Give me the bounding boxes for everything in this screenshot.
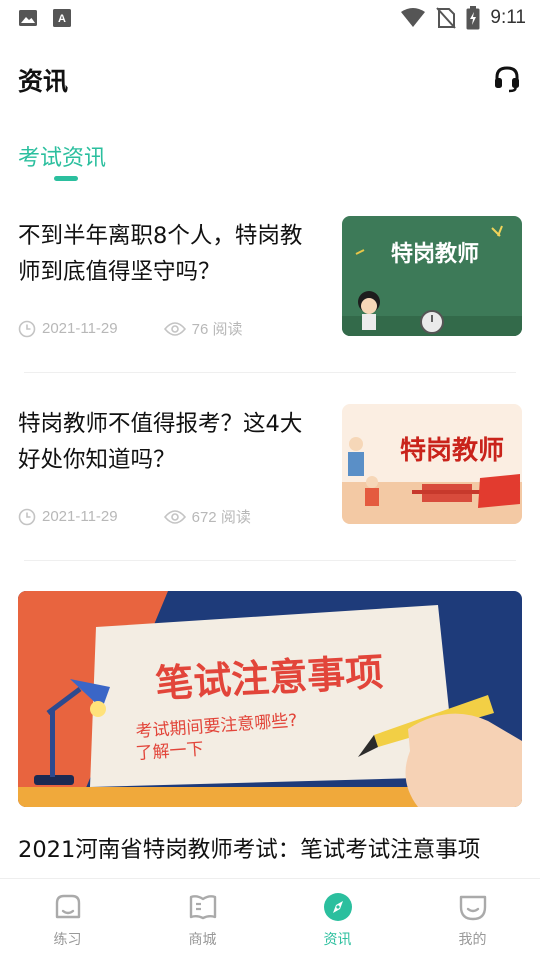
bottom-navigation: 练习 商城 资讯 我的 xyxy=(0,878,540,960)
divider xyxy=(24,560,516,561)
status-bar: A 9:11 xyxy=(0,0,540,36)
thumbnail-text: 特岗教师 xyxy=(391,241,479,267)
article-title: 特岗教师不值得报考？这4大好处你知道吗？ xyxy=(18,411,303,473)
clock-icon xyxy=(18,508,36,525)
article-views: 672 阅读 xyxy=(191,509,251,526)
article-title: 不到半年离职8个人，特岗教师到底值得坚守吗？ xyxy=(18,223,303,285)
article-thumbnail: 特岗教师 xyxy=(342,404,522,524)
clock-icon xyxy=(18,320,36,337)
compass-icon xyxy=(323,893,352,921)
article-meta: 2021-11-29 76 阅读 xyxy=(18,318,242,339)
nav-practice[interactable]: 练习 xyxy=(0,879,135,960)
wifi-icon xyxy=(401,8,426,27)
article-meta: 2021-11-29 672 阅读 xyxy=(18,506,251,527)
article-date: 2021-11-29 xyxy=(42,320,118,337)
article-thumbnail: 特岗教师 xyxy=(342,216,522,336)
battery-icon xyxy=(466,6,480,30)
profile-icon xyxy=(459,895,486,921)
nav-mall[interactable]: 商城 xyxy=(135,879,270,960)
article-date: 2021-11-29 xyxy=(42,508,118,525)
no-sim-icon xyxy=(436,7,457,29)
article-banner[interactable]: 笔试注意事项 考试期间要注意哪些? 了解一下 xyxy=(18,591,522,807)
page-header: 资讯 xyxy=(0,52,540,108)
tab-indicator xyxy=(54,176,78,181)
nav-label: 资讯 xyxy=(323,932,352,948)
article-views: 76 阅读 xyxy=(191,321,243,338)
status-time: 9:11 xyxy=(490,7,526,28)
nav-label: 练习 xyxy=(53,932,82,948)
eye-icon xyxy=(163,321,186,336)
text-notification-icon: A xyxy=(53,9,71,27)
customer-service-icon[interactable] xyxy=(492,64,522,94)
thumbnail-text: 特岗教师 xyxy=(400,435,504,466)
page-title: 资讯 xyxy=(18,67,69,96)
tab-exam-news[interactable]: 考试资讯 xyxy=(18,140,106,172)
nav-label: 我的 xyxy=(458,932,487,948)
eye-icon xyxy=(163,509,186,524)
book-icon xyxy=(189,895,216,920)
practice-icon xyxy=(55,894,80,919)
nav-label: 商城 xyxy=(188,932,217,948)
divider xyxy=(24,372,516,373)
nav-news[interactable]: 资讯 xyxy=(270,879,405,960)
svg-text:A: A xyxy=(58,13,66,25)
image-notification-icon xyxy=(19,10,37,26)
nav-mine[interactable]: 我的 xyxy=(405,879,540,960)
